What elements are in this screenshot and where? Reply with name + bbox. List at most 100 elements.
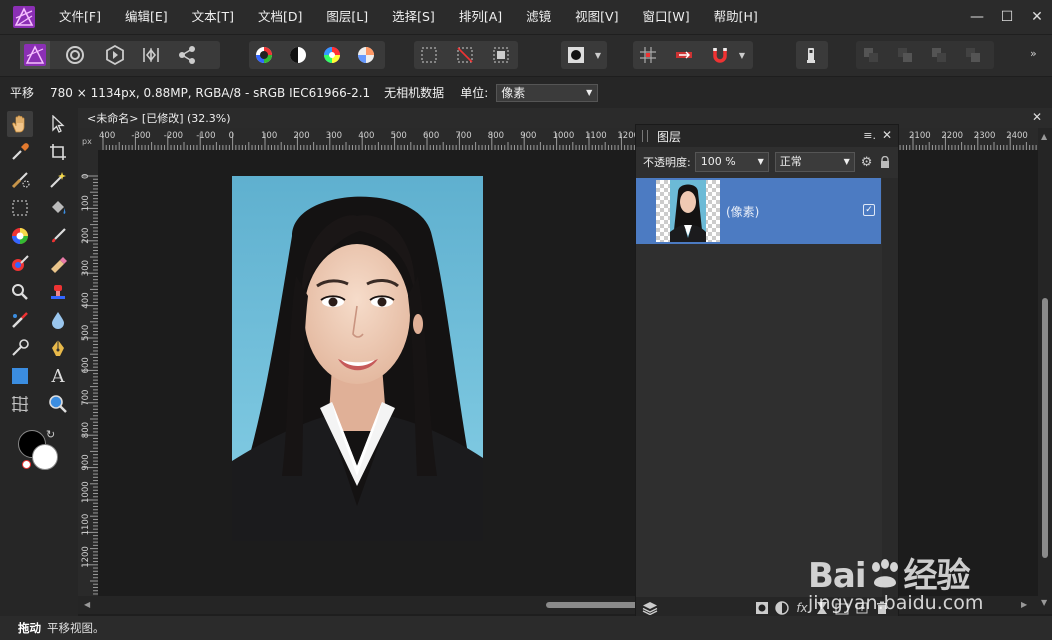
document-tab[interactable]: <未命名> [已修改] (32.3%) ✕ <box>78 108 1052 128</box>
swap-colors-icon[interactable]: ↻ <box>46 428 55 441</box>
text-tool-icon[interactable]: A <box>45 363 71 389</box>
camera-data-label: 无相机数据 <box>384 86 445 100</box>
erase-brush-tool-icon[interactable] <box>45 251 71 277</box>
secondary-color-swatch[interactable] <box>32 444 58 470</box>
menu-item-4[interactable]: 图层[L] <box>314 0 380 34</box>
menu-item-1[interactable]: 编辑[E] <box>113 0 180 34</box>
maximize-icon[interactable]: ☐ <box>992 0 1022 34</box>
vertical-scroll-thumb[interactable] <box>1042 298 1048 558</box>
minimize-icon[interactable]: — <box>962 0 992 34</box>
ruler-left-label: 1100 <box>81 514 91 536</box>
menu-item-2[interactable]: 文本[T] <box>180 0 246 34</box>
ruler-top-label: 2200 <box>941 131 963 141</box>
pen-tool-icon[interactable] <box>45 335 71 361</box>
unit-dropdown[interactable]: 像素 ▼ <box>496 83 599 102</box>
scroll-up-icon[interactable]: ▲ <box>1041 132 1047 141</box>
marquee-tool-icon[interactable] <box>7 195 33 221</box>
alignment-icon[interactable] <box>669 41 699 69</box>
layer-visibility-checkbox[interactable]: ✓ <box>863 204 875 216</box>
crop-tool-icon[interactable] <box>45 139 71 165</box>
invert-selection-icon[interactable] <box>486 41 516 69</box>
mesh-warp-tool-icon[interactable] <box>7 391 33 417</box>
lock-icon[interactable] <box>880 156 890 168</box>
layer-row[interactable]: (像素) ✓ <box>636 178 881 244</box>
layers-panel-header[interactable]: 图层 ≡. ✕ <box>636 125 898 147</box>
watermark-url: jingyan.baidu.com <box>808 592 984 614</box>
assistant-icon[interactable] <box>796 41 826 69</box>
move-tool-icon[interactable] <box>45 111 71 137</box>
levels-icon[interactable] <box>249 41 279 69</box>
unit-value: 像素 <box>501 85 526 100</box>
ruler-unit-label: px <box>82 137 92 146</box>
develop-persona-icon[interactable] <box>100 41 130 69</box>
rectangle-tool-icon[interactable] <box>7 363 33 389</box>
move-to-back-icon[interactable] <box>856 41 886 69</box>
blur-brush-tool-icon[interactable] <box>45 307 71 333</box>
mesh-warp-brush-icon[interactable] <box>7 335 33 361</box>
tone-mapping-persona-icon[interactable] <box>136 41 166 69</box>
ruler-top-label: 300 <box>326 131 342 141</box>
dodge-tool-icon[interactable] <box>7 279 33 305</box>
ruler-top-label: 500 <box>391 131 407 141</box>
no-color-icon[interactable] <box>22 460 31 469</box>
quick-mask-icon[interactable] <box>561 41 591 69</box>
ruler-left-label: 100 <box>81 195 91 211</box>
panel-grip-icon[interactable] <box>642 130 648 142</box>
portrait-photo[interactable] <box>232 176 483 541</box>
ruler-top-label: 1000 <box>553 131 575 141</box>
close-icon[interactable]: ✕ <box>1022 0 1052 34</box>
color-replacement-tool-icon[interactable] <box>7 251 33 277</box>
photo-persona-icon[interactable] <box>20 41 50 69</box>
menu-item-9[interactable]: 窗口[W] <box>630 0 701 34</box>
hsl-icon[interactable] <box>317 41 347 69</box>
paint-brush-tool-icon[interactable] <box>45 223 71 249</box>
menu-item-5[interactable]: 选择[S] <box>380 0 447 34</box>
ruler-left-label: 500 <box>81 325 91 341</box>
gear-icon[interactable]: ⚙ <box>861 155 873 170</box>
liquify-persona-icon[interactable] <box>60 41 90 69</box>
snapping-magnet-icon[interactable] <box>705 41 735 69</box>
opacity-field[interactable]: 100 % ▼ <box>694 152 769 172</box>
chevron-down-icon[interactable]: ▼ <box>591 41 605 69</box>
context-toolbar: 平移 780 × 1134px, 0.88MP, RGBA/8 - sRGB I… <box>0 77 1052 108</box>
healing-brush-tool-icon[interactable] <box>7 307 33 333</box>
scroll-left-icon[interactable]: ◀ <box>84 600 90 609</box>
menu-item-3[interactable]: 文档[D] <box>246 0 314 34</box>
menu-item-8[interactable]: 视图[V] <box>563 0 630 34</box>
grid-icon[interactable] <box>633 41 663 69</box>
menu-item-7[interactable]: 滤镜 <box>514 0 563 34</box>
menu-item-10[interactable]: 帮助[H] <box>702 0 770 34</box>
close-document-icon[interactable]: ✕ <box>1032 110 1042 124</box>
color-swatches[interactable]: ↻ <box>18 428 58 470</box>
white-balance-icon[interactable] <box>351 41 381 69</box>
panel-menu-icon[interactable]: ≡. <box>863 129 876 142</box>
deselect-icon[interactable] <box>450 41 480 69</box>
move-forward-icon[interactable] <box>924 41 954 69</box>
gradient-tool-icon[interactable] <box>7 223 33 249</box>
menu-item-0[interactable]: 文件[F] <box>47 0 113 34</box>
assistant-group <box>796 41 828 69</box>
black-white-icon[interactable] <box>283 41 313 69</box>
fill-tool-icon[interactable] <box>45 195 71 221</box>
toolbar-overflow-icon[interactable]: » <box>1030 47 1037 60</box>
zoom-tool-icon[interactable] <box>45 391 71 417</box>
selection-brush-tool-icon[interactable] <box>7 167 33 193</box>
export-persona-icon[interactable] <box>172 41 202 69</box>
ruler-left-label: 400 <box>81 292 91 308</box>
baidu-jingyan-watermark: Bai 经验 jingyan.baidu.com <box>808 530 1048 620</box>
ruler-top-label: 100 <box>261 131 277 141</box>
clone-brush-tool-icon[interactable] <box>45 279 71 305</box>
flood-select-tool-icon[interactable] <box>45 167 71 193</box>
menu-item-6[interactable]: 排列[A] <box>447 0 514 34</box>
color-picker-tool-icon[interactable] <box>7 139 33 165</box>
view-hand-tool-icon[interactable] <box>7 111 33 137</box>
ruler-top-label: 2100 <box>909 131 931 141</box>
select-all-icon[interactable] <box>414 41 444 69</box>
blend-mode-dropdown[interactable]: 正常 ▼ <box>774 152 855 172</box>
move-back-icon[interactable] <box>890 41 920 69</box>
move-to-front-icon[interactable] <box>958 41 988 69</box>
chevron-down-icon[interactable]: ▼ <box>735 41 749 69</box>
close-panel-icon[interactable]: ✕ <box>882 128 892 142</box>
tools-panel: A ↻ <box>0 108 78 616</box>
affinity-photo-logo-icon[interactable] <box>13 6 35 28</box>
